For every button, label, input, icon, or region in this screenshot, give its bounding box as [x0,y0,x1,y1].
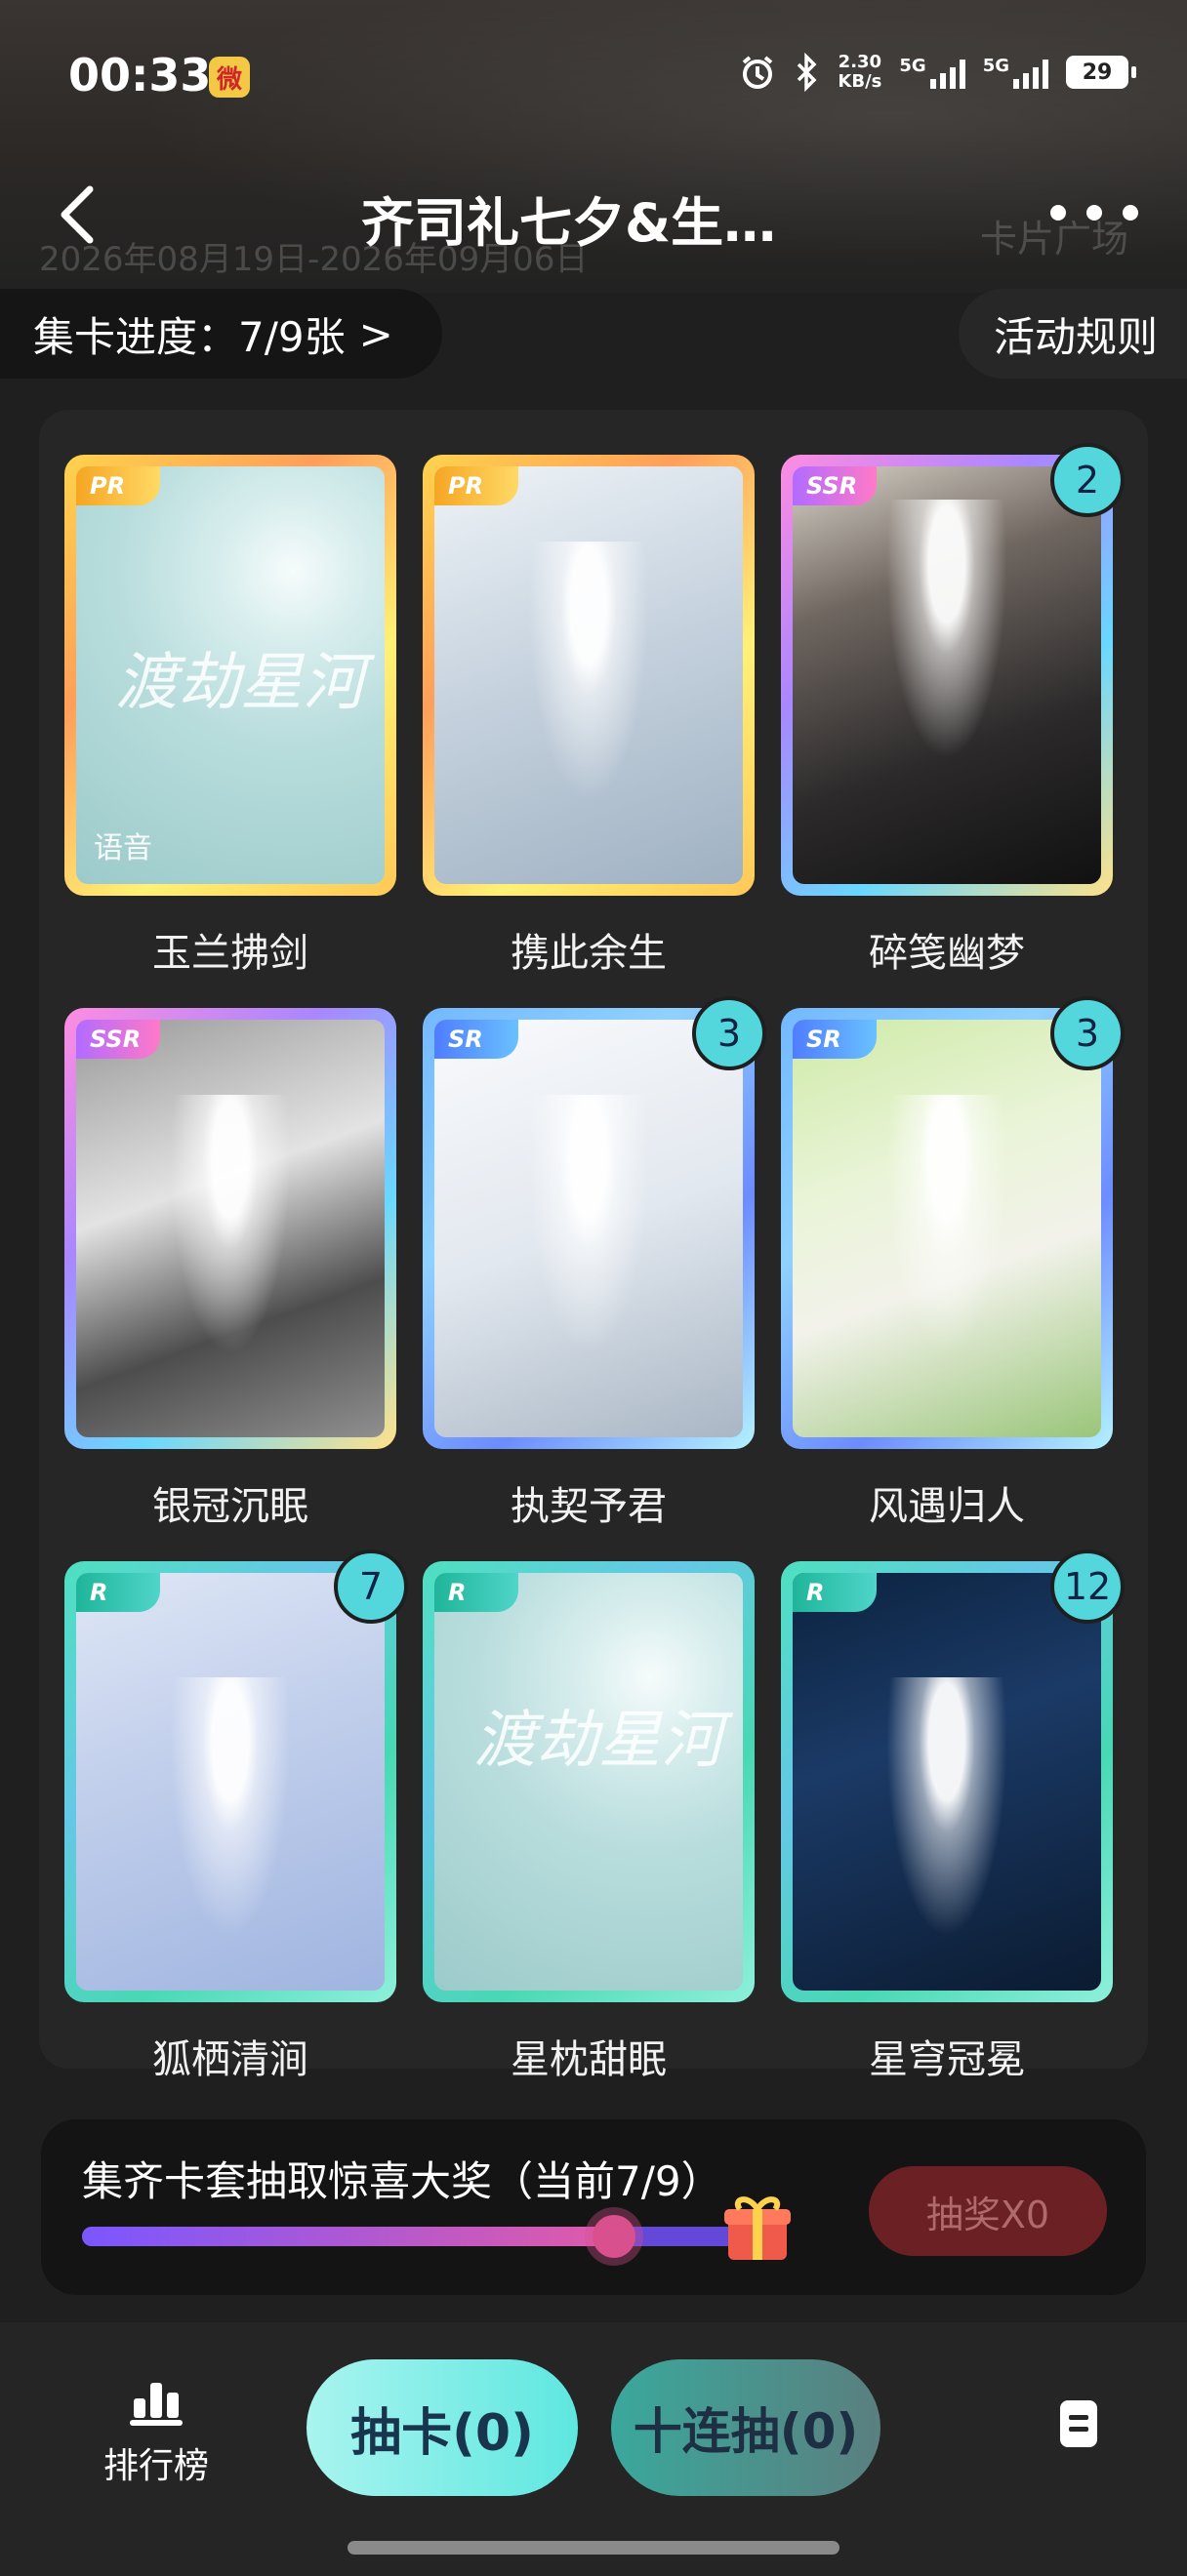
collection-progress-button[interactable]: 集卡进度：7/9张 > [0,289,442,379]
home-indicator[interactable] [348,2541,839,2555]
bluetooth-icon [798,53,817,92]
voice-label: 语音 [94,831,152,865]
card-count-badge: 12 [1050,1550,1125,1624]
rarity-badge: SR [434,1020,518,1059]
leaderboard-icon [130,2383,183,2426]
card-art: 渡劫星河 语音 [76,466,385,884]
rarity-badge: R [76,1573,160,1612]
card-name: 星枕甜眠 [511,2037,667,2082]
character-figure [517,1095,660,1388]
character-figure [876,1677,1018,1970]
card-6[interactable]: R 7 [64,1550,408,2002]
card-count-badge: 7 [334,1550,408,1624]
system-icons: 2.30 KB/s 5G 5G 29 [738,53,1136,92]
card-name: 银冠沉眠 [152,1484,308,1529]
draw-ten-button[interactable]: 十连抽(0) [611,2359,880,2496]
lottery-progress-bar [82,2215,765,2258]
card-8[interactable]: R 12 [781,1550,1125,2002]
card-art [793,466,1101,884]
card-name: 碎笺幽梦 [869,931,1025,976]
card-art: 渡劫星河 [434,1573,743,1991]
rarity-badge: SSR [76,1020,160,1059]
signal-5g-1: 5G [899,56,965,89]
card-art [434,466,743,884]
event-rules-button[interactable]: 活动规则 [958,289,1187,379]
card-5[interactable]: SR 3 [781,996,1125,1449]
status-bar: 00:33 微 2.30 KB/s 5G 5G 29 [0,0,1187,156]
card-art [76,1020,385,1437]
weibo-notification-icon: 微 [209,57,250,98]
character-figure [159,1677,302,1970]
card-count-badge: 2 [1050,443,1125,517]
character-figure [159,1095,302,1388]
event-date-range: 2026年08月19日-2026年09月06日 [39,240,589,279]
battery-icon: 29 [1066,56,1136,89]
card-name: 星穹冠冕 [869,2037,1025,2082]
card-calligraphy: 渡劫星河 [115,647,365,719]
lottery-progress-knob [592,2215,635,2258]
card-7[interactable]: 渡劫星河 R [423,1561,755,2002]
rarity-badge: R [434,1573,518,1612]
card-3[interactable]: SSR [64,1008,396,1449]
leaderboard-button[interactable]: 排行榜 [98,2381,215,2488]
network-speed: 2.30 KB/s [838,53,881,92]
card-1[interactable]: PR [423,455,755,896]
lottery-progress-fill [82,2227,614,2246]
network-speed-value: 2.30 [838,52,882,72]
card-count-badge: 3 [1050,996,1125,1070]
collection-progress-label: 集卡进度：7/9张 [33,312,346,361]
network-speed-unit: KB/s [838,71,882,92]
alarm-icon [743,56,773,89]
leaderboard-label: 排行榜 [102,2446,209,2486]
signal-bars-2-icon [1013,56,1048,89]
card-4[interactable]: SR 3 [423,996,766,1449]
character-figure [517,542,660,834]
record-note-icon[interactable] [1060,2400,1097,2447]
draw-one-button[interactable]: 抽卡(0) [307,2359,578,2496]
card-name: 携此余生 [511,931,667,976]
card-name: 风遇归人 [869,1484,1025,1529]
card-art [76,1573,385,1991]
gift-icon [724,2196,791,2260]
card-count-badge: 3 [692,996,766,1070]
card-art [793,1020,1101,1437]
signal-5g-2: 5G [983,56,1048,89]
card-calligraphy: 渡劫星河 [473,1705,723,1777]
rarity-badge: PR [434,466,518,505]
lottery-panel: 集齐卡套抽取惊喜大奖（当前7/9） 抽奖X0 [41,2119,1146,2295]
card-0[interactable]: 渡劫星河 语音 PR [64,455,396,896]
rarity-badge: SSR [793,466,877,505]
signal-5g-2-label: 5G [982,56,1009,76]
card-name: 玉兰拂剑 [152,931,308,976]
rarity-badge: SR [793,1020,877,1059]
lottery-draw-button[interactable]: 抽奖X0 [869,2166,1107,2256]
rarity-badge: PR [76,466,160,505]
card-2[interactable]: SSR 2 [781,443,1125,896]
rarity-badge: R [793,1573,877,1612]
signal-5g-1-label: 5G [899,56,926,76]
signal-bars-1-icon [929,56,965,89]
chevron-right-icon: > [358,309,393,358]
card-name: 狐栖清涧 [152,2037,308,2082]
character-figure [876,1095,1018,1388]
bottom-bar: 排行榜 抽卡(0) 十连抽(0) [0,2322,1187,2576]
lottery-description: 集齐卡套抽取惊喜大奖（当前7/9） [82,2157,722,2205]
card-name: 执契予君 [511,1484,667,1529]
card-art [793,1573,1101,1991]
card-art [434,1020,743,1437]
character-figure [876,500,1018,792]
card-square-link[interactable]: 卡片广场 [980,209,1128,262]
status-time: 00:33 [68,49,212,101]
